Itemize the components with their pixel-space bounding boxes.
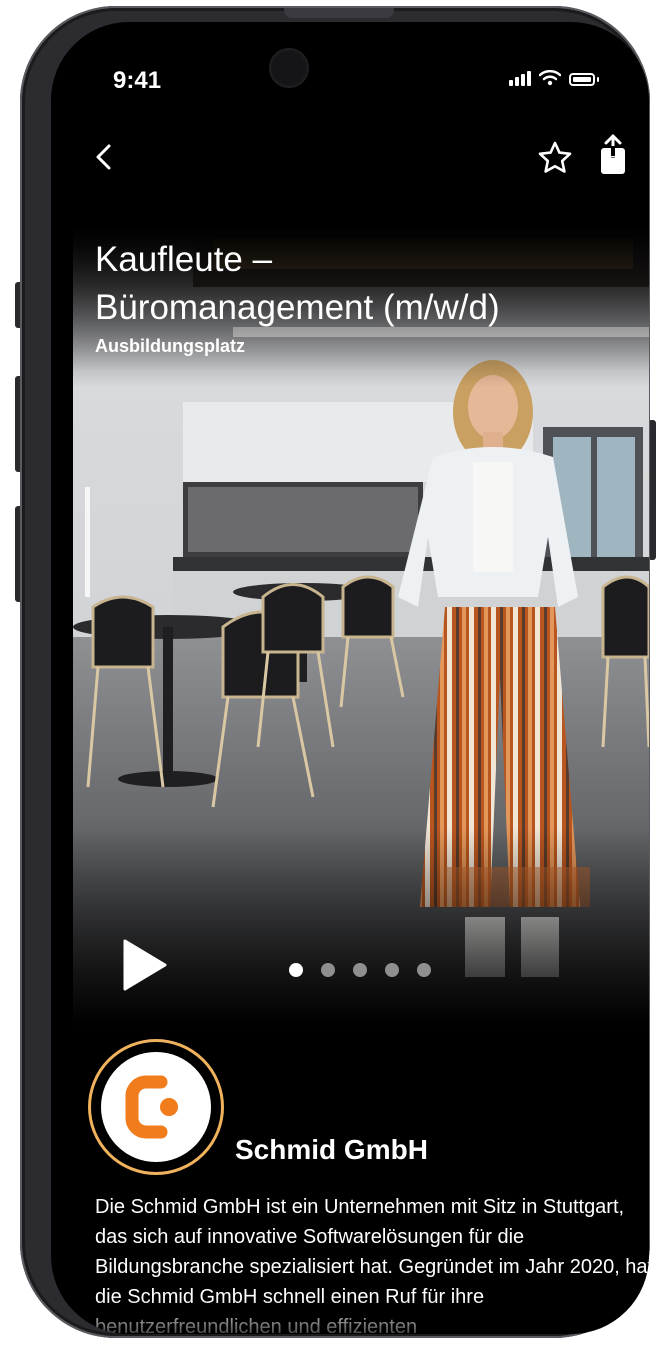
signal-icon bbox=[509, 71, 531, 86]
gallery-pagination bbox=[289, 963, 431, 977]
pagination-dot[interactable] bbox=[353, 963, 367, 977]
pagination-dot-active[interactable] bbox=[289, 963, 303, 977]
back-icon[interactable] bbox=[91, 142, 117, 172]
job-title: Kaufleute – Büromanagement (m/w/d) bbox=[95, 236, 615, 332]
job-type: Ausbildungsplatz bbox=[95, 336, 245, 356]
phone-frame: 9:41 Kaufleute – Büromanagement (m/w/d) … bbox=[20, 6, 650, 1338]
status-icons bbox=[509, 70, 599, 86]
job-title-line1: Kaufleute – bbox=[95, 240, 273, 279]
status-time: 9:41 bbox=[113, 67, 162, 94]
pagination-dot[interactable] bbox=[417, 963, 431, 977]
share-icon[interactable] bbox=[596, 134, 630, 176]
company-logo-icon bbox=[125, 1075, 178, 1139]
job-title-line2: Büromanagement (m/w/d) bbox=[95, 288, 500, 327]
star-icon[interactable] bbox=[537, 140, 573, 176]
pagination-dot[interactable] bbox=[321, 963, 335, 977]
company-name[interactable]: Schmid GmbH bbox=[235, 1134, 428, 1166]
description-fade bbox=[81, 1298, 649, 1334]
speaker-notch bbox=[284, 8, 394, 18]
pagination-dot[interactable] bbox=[385, 963, 399, 977]
wifi-icon bbox=[539, 70, 561, 86]
play-icon[interactable] bbox=[119, 937, 169, 993]
front-camera bbox=[269, 48, 309, 88]
battery-cap bbox=[597, 77, 599, 82]
screen: 9:41 Kaufleute – Büromanagement (m/w/d) … bbox=[51, 22, 649, 1334]
battery-icon bbox=[569, 73, 595, 86]
